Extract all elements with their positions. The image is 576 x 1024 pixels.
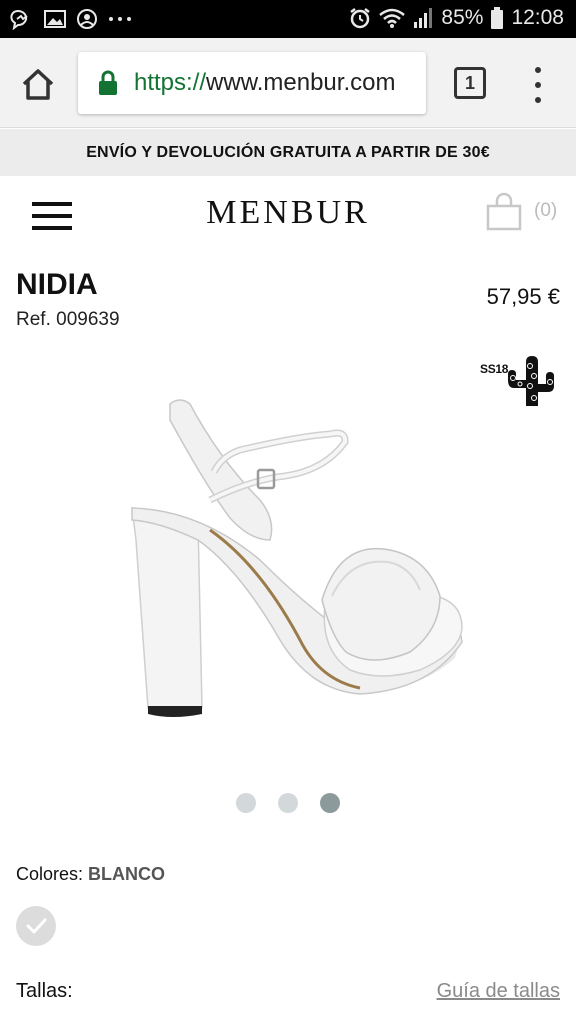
sizes-label: Tallas: — [16, 980, 73, 1002]
url-text[interactable]: https://www.menbur.com — [134, 69, 395, 97]
check-icon — [26, 918, 47, 934]
status-bar-notifications — [10, 8, 132, 30]
shopping-bag-icon[interactable] — [484, 192, 524, 232]
carousel-dot[interactable] — [236, 793, 256, 813]
alarm-icon — [350, 8, 371, 29]
product-price: 57,95 € — [486, 284, 560, 309]
season-badge: SS18 — [478, 354, 562, 410]
home-icon[interactable] — [18, 64, 58, 104]
account-icon — [77, 9, 97, 29]
carousel-dot[interactable] — [278, 793, 298, 813]
colors-label: Colores: — [16, 864, 84, 884]
product-reference: Ref. 009639 — [16, 309, 120, 330]
clock: 12:08 — [511, 6, 564, 29]
messenger-icon — [10, 10, 28, 30]
image-icon — [44, 10, 66, 28]
product-image[interactable] — [110, 390, 480, 730]
image-carousel-dots — [0, 793, 576, 813]
more-icon — [109, 17, 131, 21]
cart-count[interactable]: (0) — [534, 200, 557, 222]
product-title: NIDIA — [16, 268, 98, 301]
address-bar[interactable]: https://www.menbur.com — [78, 52, 426, 114]
tab-switcher-button[interactable]: 1 — [454, 67, 486, 99]
cactus-icon — [508, 356, 554, 406]
lock-icon — [99, 70, 117, 95]
wifi-icon — [379, 8, 406, 28]
carousel-dot-active[interactable] — [320, 793, 340, 813]
url-scheme: https:// — [134, 69, 207, 96]
status-bar-system: 85% 12:08 — [349, 6, 564, 30]
size-guide-link[interactable]: Guía de tallas — [437, 980, 560, 1003]
battery-percentage: 85% — [441, 6, 484, 29]
browser-menu-icon[interactable] — [528, 65, 548, 105]
battery-icon — [491, 7, 504, 29]
selected-color: BLANCO — [88, 864, 166, 884]
url-host: www.menbur.com — [206, 69, 396, 96]
colors-row: Colores: BLANCO — [16, 864, 165, 885]
color-swatch-blanco[interactable] — [16, 906, 56, 946]
status-bar: 85% 12:08 — [0, 0, 576, 38]
site-header: MENBUR (0) — [0, 176, 576, 256]
browser-toolbar: https://www.menbur.com 1 — [0, 38, 576, 128]
promo-banner: ENVÍO Y DEVOLUCIÓN GRATUITA A PARTIR DE … — [0, 129, 576, 176]
signal-icon — [414, 8, 433, 28]
